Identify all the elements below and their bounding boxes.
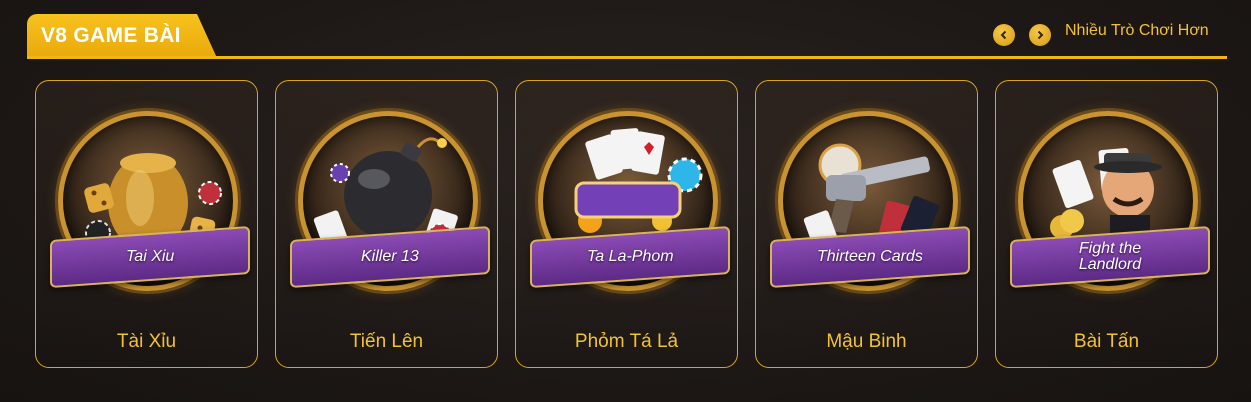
game-banner: Ta La-Phom — [586, 248, 674, 266]
game-banner: Killer 13 — [361, 248, 419, 265]
game-card-bai-tan[interactable]: Fight the Landlord Bài Tấn — [995, 80, 1218, 368]
game-title: Phỏm Tá Lả — [574, 331, 679, 352]
game-banner: Thirteen Cards — [817, 248, 923, 266]
game-artwork: Ta La-Phom — [530, 103, 730, 303]
game-banner: Fight the Landlord — [1078, 240, 1142, 273]
game-title: Tiến Lên — [349, 331, 424, 352]
game-artwork: Killer 13 — [290, 103, 490, 303]
header-divider — [27, 56, 1227, 59]
game-banner: Tai Xiu — [125, 248, 175, 266]
game-artwork: Fight the Landlord — [1010, 103, 1210, 303]
game-artwork: Tai Xiu — [50, 103, 250, 303]
game-card-tai-xiu[interactable]: Tai Xiu Tài Xỉu — [35, 80, 258, 368]
prev-button[interactable] — [993, 24, 1015, 46]
next-button[interactable] — [1029, 24, 1051, 46]
section-title-tab: V8 GAME BÀI — [27, 14, 217, 58]
game-title: Mậu Binh — [826, 331, 907, 352]
game-title: Tài Xỉu — [116, 331, 177, 352]
game-card-tien-len[interactable]: Killer 13 Tiến Lên — [275, 80, 498, 368]
game-card-phom-ta-la[interactable]: Ta La-Phom Phỏm Tá Lả — [515, 80, 738, 368]
chevron-right-icon — [1037, 30, 1044, 40]
section-title: V8 GAME BÀI — [41, 24, 181, 47]
section-header: V8 GAME BÀI Nhiều Trò Chơi Hơn — [27, 14, 1227, 60]
game-artwork: Thirteen Cards — [770, 103, 970, 303]
game-title: Bài Tấn — [1073, 331, 1140, 352]
more-games-link[interactable]: Nhiều Trò Chơi Hơn — [1065, 22, 1209, 40]
chevron-left-icon — [1000, 30, 1007, 40]
game-card-mau-binh[interactable]: Thirteen Cards Mậu Binh — [755, 80, 978, 368]
